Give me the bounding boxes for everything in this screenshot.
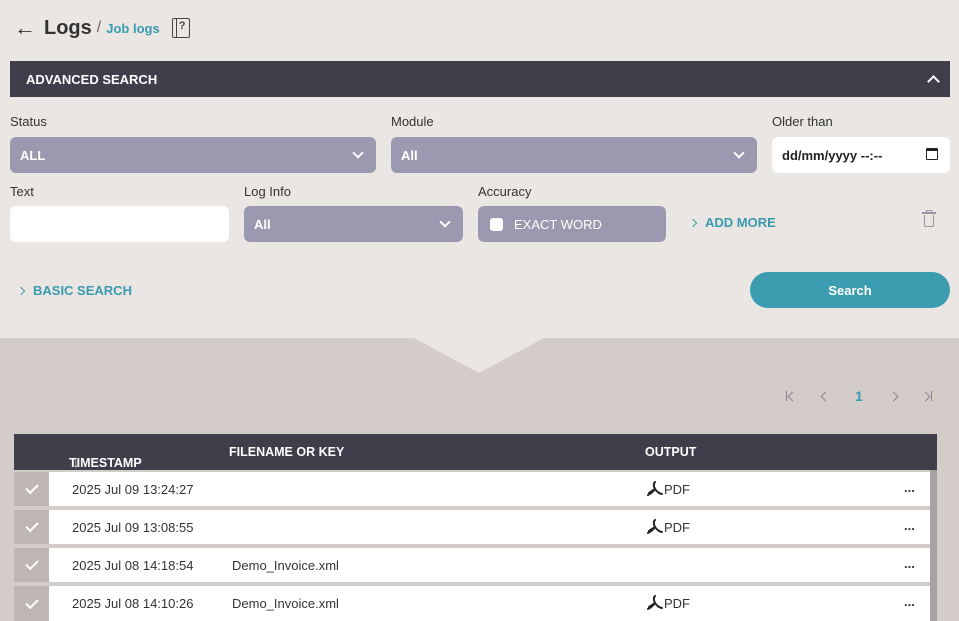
first-page-icon[interactable] [781, 386, 801, 406]
row-timestamp: 2025 Jul 08 14:10:26 [72, 596, 194, 611]
row-checkbox[interactable] [14, 472, 49, 506]
advanced-search-bar[interactable]: ADVANCED SEARCH [10, 61, 950, 97]
chevron-up-icon[interactable] [927, 75, 940, 88]
status-select[interactable]: ALL [10, 137, 376, 173]
breadcrumb-separator: / [96, 19, 102, 36]
chevron-down-icon [439, 216, 451, 228]
table-row[interactable]: 2025 Jul 09 13:24:27 PDF ... [14, 470, 930, 506]
accuracy-field: EXACT WORD [478, 206, 666, 242]
text-label: Text [10, 184, 34, 199]
next-page-icon[interactable] [883, 386, 903, 406]
check-icon [24, 480, 39, 495]
row-output[interactable]: PDF [646, 481, 690, 497]
chevron-down-icon [733, 147, 745, 159]
text-input[interactable] [10, 206, 229, 242]
more-icon[interactable]: ... [904, 594, 915, 609]
check-icon [24, 518, 39, 533]
back-arrow-icon[interactable]: ← [14, 15, 38, 41]
row-checkbox[interactable] [14, 510, 49, 544]
search-button[interactable]: Search [750, 272, 950, 308]
chevron-right-icon [688, 218, 698, 227]
row-output[interactable]: PDF [646, 595, 690, 611]
module-select[interactable]: All [391, 137, 757, 173]
trash-icon[interactable] [922, 210, 936, 227]
add-more-link[interactable]: ADD MORE [688, 215, 776, 230]
more-icon[interactable]: ... [904, 518, 915, 533]
row-checkbox[interactable] [14, 586, 49, 621]
page-title: Logs [44, 16, 92, 39]
row-output[interactable]: PDF [646, 519, 690, 535]
column-output[interactable]: OUTPUT [645, 445, 696, 459]
accuracy-label: Accuracy [478, 184, 532, 199]
status-label: Status [10, 114, 47, 129]
row-checkbox[interactable] [14, 548, 49, 582]
prev-page-icon[interactable] [815, 386, 835, 406]
table-scrollbar[interactable] [930, 470, 937, 621]
table-header: TIMESTAMP ↓ FILENAME OR KEY OUTPUT [14, 434, 937, 470]
calendar-icon[interactable] [926, 148, 938, 160]
table-row[interactable]: 2025 Jul 08 14:10:26 Demo_Invoice.xml PD… [14, 584, 930, 621]
page-header: ← Logs / Job logs ? [14, 12, 190, 44]
older-than-label: Older than [772, 114, 833, 129]
basic-search-link[interactable]: BASIC SEARCH [16, 283, 132, 298]
breadcrumb[interactable]: Job logs [106, 21, 159, 36]
log-info-label: Log Info [244, 184, 291, 199]
page-number[interactable]: 1 [849, 386, 869, 406]
older-than-date-input[interactable]: dd/mm/yyyy --:-- [772, 137, 950, 173]
pdf-icon [647, 519, 663, 534]
check-icon [24, 556, 39, 571]
sort-down-icon[interactable]: ↓ [73, 456, 79, 470]
chevron-down-icon [352, 147, 364, 159]
row-filename: Demo_Invoice.xml [232, 596, 339, 611]
document-help-icon[interactable]: ? [171, 18, 190, 38]
exact-word-checkbox[interactable] [490, 217, 503, 231]
pdf-icon [647, 481, 663, 496]
advanced-search-label: ADVANCED SEARCH [26, 71, 158, 87]
row-timestamp: 2025 Jul 08 14:18:54 [72, 558, 194, 573]
log-info-select[interactable]: All [244, 206, 463, 242]
chevron-right-icon [16, 286, 26, 295]
module-label: Module [391, 114, 434, 129]
exact-word-label[interactable]: EXACT WORD [514, 217, 602, 232]
row-timestamp: 2025 Jul 09 13:08:55 [72, 520, 194, 535]
last-page-icon[interactable] [917, 386, 937, 406]
row-filename: Demo_Invoice.xml [232, 558, 339, 573]
check-icon [24, 595, 39, 609]
table-row[interactable]: 2025 Jul 09 13:08:55 PDF ... [14, 508, 930, 544]
column-filename[interactable]: FILENAME OR KEY [229, 445, 344, 459]
more-icon[interactable]: ... [904, 556, 915, 571]
table-row[interactable]: 2025 Jul 08 14:18:54 Demo_Invoice.xml ..… [14, 546, 930, 582]
pdf-icon [647, 595, 663, 610]
more-icon[interactable]: ... [904, 480, 915, 495]
panel-notch [412, 337, 546, 373]
row-timestamp: 2025 Jul 09 13:24:27 [72, 482, 194, 497]
